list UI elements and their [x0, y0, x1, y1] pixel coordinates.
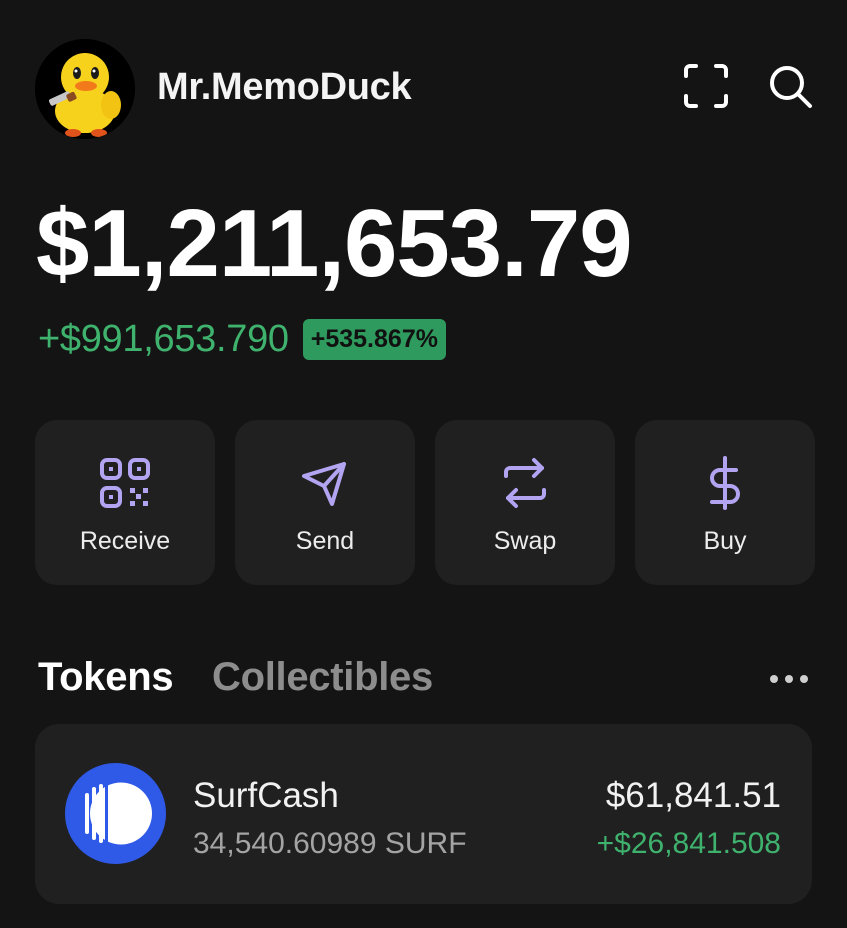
token-row[interactable]: SurfCash 34,540.60989 SURF $61,841.51 +$…	[35, 724, 812, 904]
tab-collectibles[interactable]: Collectibles	[212, 655, 433, 700]
username[interactable]: Mr.MemoDuck	[157, 66, 412, 109]
paper-plane-icon	[298, 456, 352, 510]
balance-change: +$991,653.790 +535.867%	[38, 318, 446, 361]
more-options-icon[interactable]	[768, 672, 810, 686]
tab-tokens[interactable]: Tokens	[38, 655, 174, 700]
swap-button[interactable]: Swap	[435, 420, 615, 585]
send-label: Send	[295, 527, 355, 555]
receive-label: Receive	[79, 527, 171, 555]
token-quantity: 34,540.60989 SURF	[193, 827, 467, 860]
action-buttons: Receive Send Swap Buy	[35, 420, 815, 585]
swap-label: Swap	[493, 527, 557, 555]
scan-icon[interactable]	[682, 62, 730, 110]
qr-code-icon	[98, 456, 152, 510]
dollar-icon	[698, 456, 752, 510]
send-button[interactable]: Send	[235, 420, 415, 585]
surfcash-logo-icon	[65, 763, 166, 864]
wallet-screen: Mr.MemoDuck $1,211,653.79 +$991,653.790 …	[0, 0, 847, 928]
avatar[interactable]	[35, 39, 135, 139]
token-gain: +$26,841.508	[596, 827, 781, 860]
total-balance: $1,211,653.79	[36, 190, 633, 297]
token-value: $61,841.51	[605, 776, 781, 815]
buy-label: Buy	[703, 527, 747, 555]
change-amount: +$991,653.790	[38, 318, 289, 360]
token-name: SurfCash	[193, 776, 339, 815]
duck-avatar-icon	[35, 39, 135, 139]
receive-button[interactable]: Receive	[35, 420, 215, 585]
buy-button[interactable]: Buy	[635, 420, 815, 585]
change-percent-badge: +535.867%	[302, 319, 446, 360]
search-icon[interactable]	[766, 62, 814, 110]
swap-arrows-icon	[498, 456, 552, 510]
